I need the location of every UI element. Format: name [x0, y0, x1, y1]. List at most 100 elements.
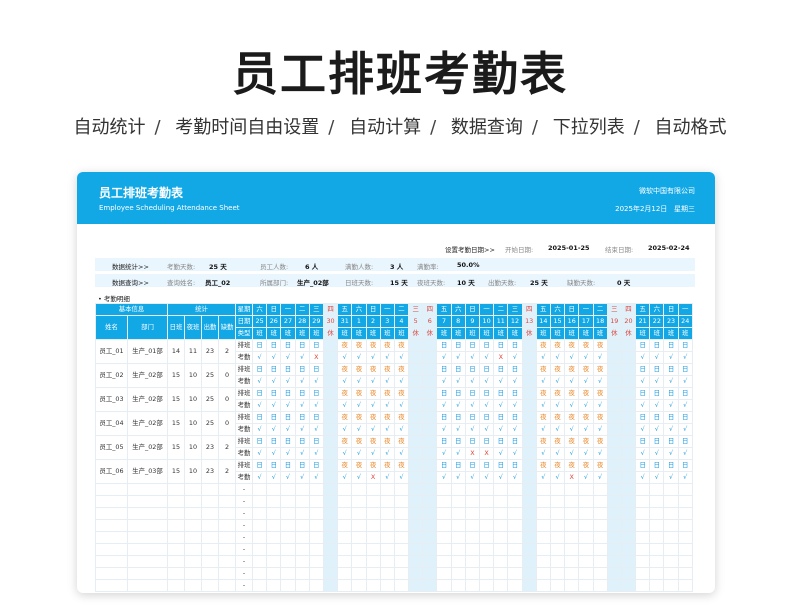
empty-cell — [578, 555, 594, 568]
shift-cell: 日 — [478, 435, 495, 448]
check-cell: √ — [351, 375, 367, 388]
shift-cell: 夜 — [578, 435, 594, 448]
shift-cell: 日 — [280, 435, 296, 448]
type-cell: 班 — [564, 327, 580, 340]
night-count: 11 — [184, 339, 202, 364]
empty-cell — [127, 555, 168, 568]
empty-cell — [184, 495, 202, 508]
empty-cell — [422, 531, 438, 544]
weekday-cell: 日 — [564, 303, 580, 316]
empty-cell — [127, 579, 168, 592]
empty-cell — [167, 555, 185, 568]
empty-cell — [251, 543, 268, 556]
empty-cell — [507, 567, 523, 580]
group-stats-header: 统计 — [167, 303, 236, 316]
empty-cell — [266, 519, 282, 532]
check-cell — [422, 399, 438, 412]
empty-cell — [592, 555, 608, 568]
check-cell: √ — [493, 423, 509, 436]
shift-cell: 夜 — [393, 387, 410, 400]
empty-cell — [464, 567, 481, 580]
empty-cell — [635, 531, 651, 544]
empty-cell — [564, 531, 580, 544]
empty-cell — [337, 579, 353, 592]
empty-cell — [280, 543, 296, 556]
check-cell: √ — [393, 399, 410, 412]
check-cell: √ — [549, 351, 566, 364]
check-cell: √ — [351, 351, 367, 364]
empty-cell — [266, 579, 282, 592]
query-name-select[interactable]: 员工_02 — [205, 277, 230, 287]
shift-cell — [322, 363, 339, 376]
shift-cell: 日 — [663, 387, 679, 400]
empty-cell — [408, 567, 424, 580]
shift-cell: 夜 — [365, 459, 381, 472]
empty-cell — [478, 519, 495, 532]
shift-cell — [422, 339, 438, 352]
shift-cell: 日 — [464, 459, 481, 472]
empty-cell — [127, 507, 168, 520]
shift-cell: 日 — [294, 411, 310, 424]
check-cell: √ — [351, 471, 367, 484]
empty-cell — [436, 567, 452, 580]
type-cell: 班 — [280, 327, 296, 340]
empty-cell — [337, 543, 353, 556]
shift-cell — [322, 411, 339, 424]
check-cell — [521, 447, 537, 460]
shift-cell: 夜 — [592, 339, 608, 352]
shift-cell: 日 — [493, 339, 509, 352]
empty-cell — [663, 531, 679, 544]
shift-cell: 日 — [464, 339, 481, 352]
date-cell: 28 — [294, 315, 310, 328]
end-date-input[interactable]: 2025-02-24 — [648, 244, 690, 252]
empty-cell — [592, 567, 608, 580]
empty-row-mark: - — [235, 531, 253, 544]
empty-cell — [294, 507, 310, 520]
shift-cell — [408, 435, 424, 448]
check-cell: √ — [649, 423, 665, 436]
shift-cell: 夜 — [365, 363, 381, 376]
check-cell: √ — [677, 351, 693, 364]
shift-cell: 夜 — [337, 387, 353, 400]
dept-label: 所属部门: — [260, 279, 289, 287]
empty-cell — [266, 531, 282, 544]
check-cell: √ — [549, 375, 566, 388]
shift-cell: 夜 — [549, 411, 566, 424]
header-row-date: 姓名 部门 日班 夜班 出勤 缺勤 日期 25 26 27 28 29 30 31 1 2 3 4 5 6 7 8 9 10 1… — [95, 315, 693, 340]
shift-cell: 夜 — [365, 411, 381, 424]
empty-cell — [408, 555, 424, 568]
shift-cell: 日 — [649, 387, 665, 400]
empty-cell — [677, 543, 693, 556]
type-cell: 班 — [493, 327, 509, 340]
start-date-input[interactable]: 2025-01-25 — [548, 244, 590, 252]
empty-cell — [450, 555, 466, 568]
separator: / — [633, 117, 640, 138]
check-cell: √ — [450, 423, 466, 436]
shift-cell: 日 — [266, 363, 282, 376]
check-cell: √ — [337, 423, 353, 436]
empty-row-mark: - — [235, 507, 253, 520]
empty-cell — [422, 507, 438, 520]
check-cell: √ — [280, 447, 296, 460]
shift-cell: 夜 — [351, 387, 367, 400]
empty-cell — [436, 519, 452, 532]
date-cell: 23 — [663, 315, 679, 328]
day-count: 15 — [167, 435, 185, 460]
shift-cell: 日 — [266, 411, 282, 424]
sheet-body: 设置考勤日期>> 开始日期: 2025-01-25 结束日期: 2025-02-… — [85, 230, 707, 592]
shift-cell: 日 — [478, 387, 495, 400]
check-cell: √ — [450, 447, 466, 460]
empty-cell — [635, 543, 651, 556]
empty-row-mark: - — [235, 567, 253, 580]
empty-cell — [606, 495, 622, 508]
check-cell: √ — [677, 375, 693, 388]
shift-cell: 日 — [294, 363, 310, 376]
shift-cell: 日 — [436, 387, 452, 400]
empty-cell — [365, 519, 381, 532]
check-cell: √ — [663, 423, 679, 436]
check-cell: √ — [251, 399, 268, 412]
check-cell: √ — [280, 423, 296, 436]
empty-cell — [294, 519, 310, 532]
date-cell: 3 — [379, 315, 395, 328]
check-cell: √ — [592, 375, 608, 388]
